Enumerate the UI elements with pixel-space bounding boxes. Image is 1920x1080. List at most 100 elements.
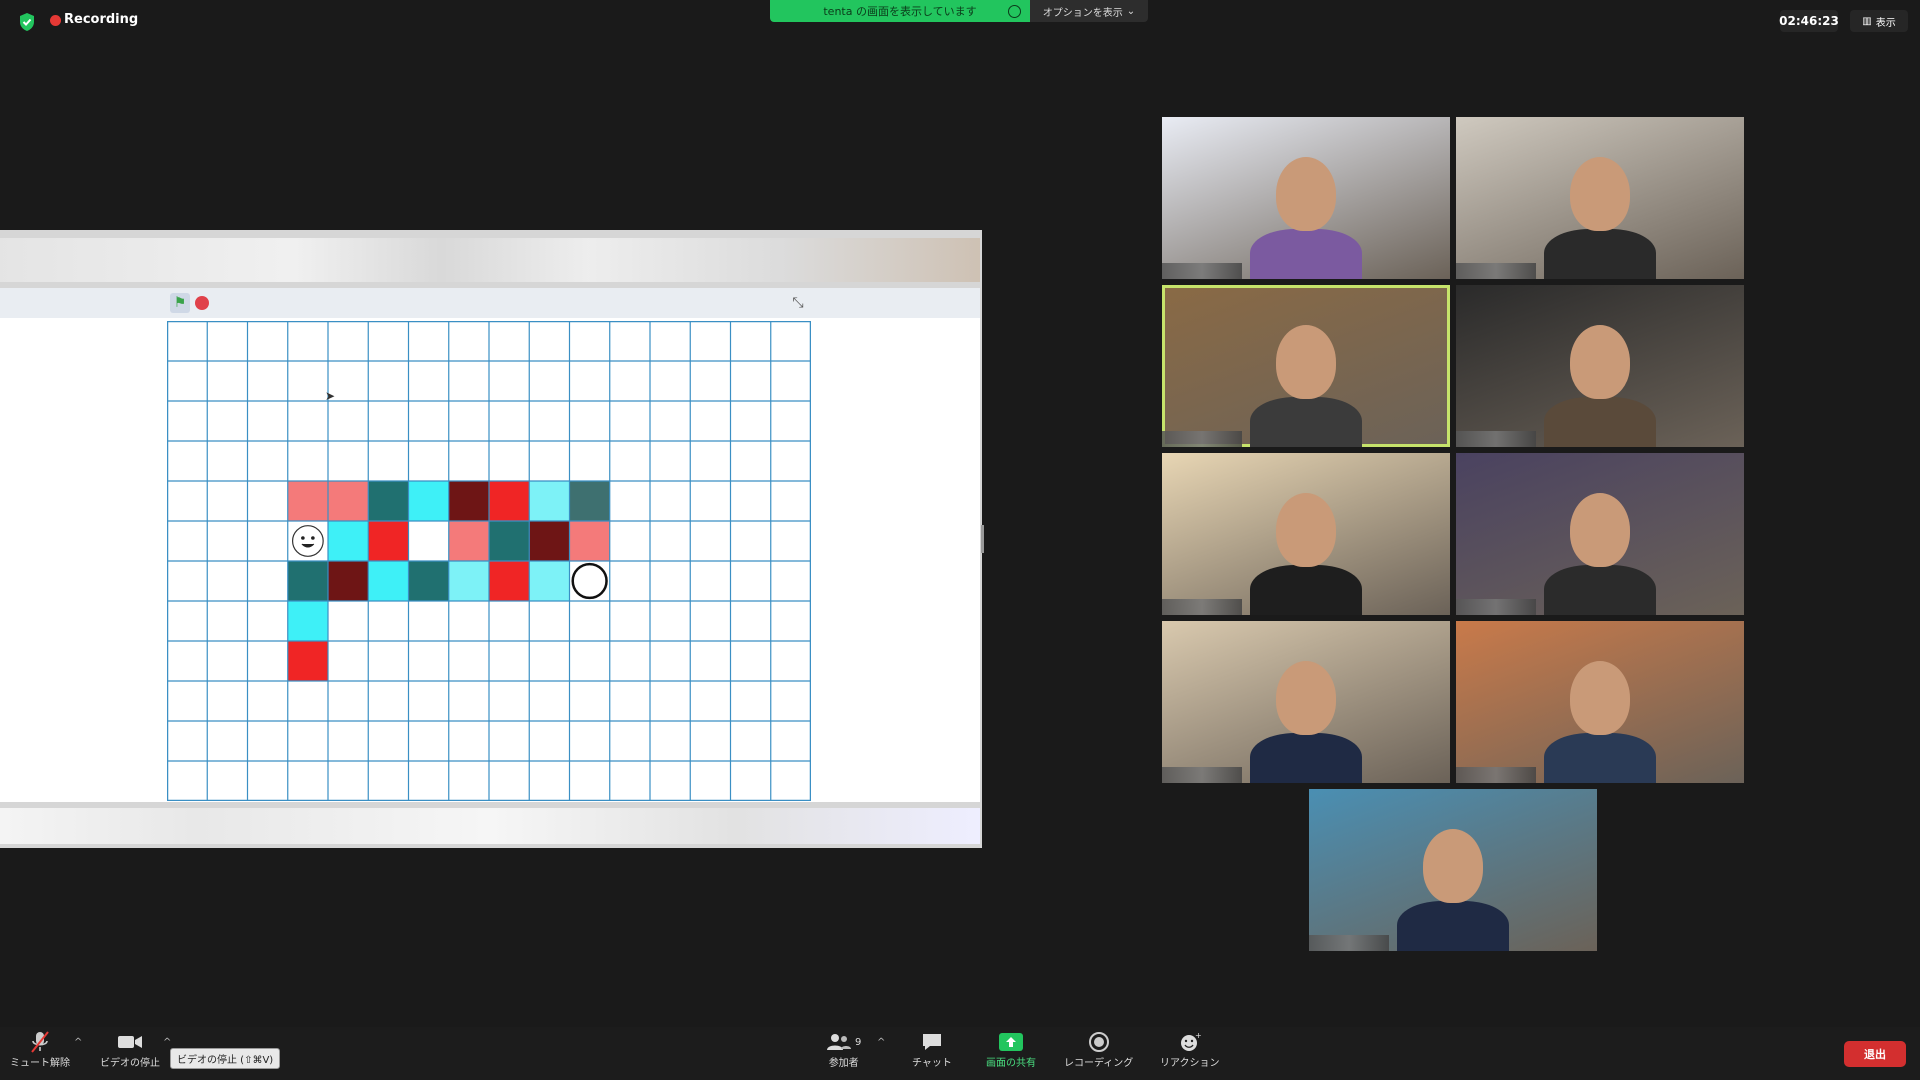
recording-label[interactable]: Recording — [64, 12, 138, 27]
grid-cell — [448, 481, 489, 521]
chat-button[interactable]: チャット — [912, 1030, 952, 1069]
participant-video-tile[interactable] — [1162, 453, 1450, 615]
view-layout-button[interactable]: ▥ 表示 — [1850, 10, 1908, 32]
grid-cell — [529, 561, 570, 601]
blurred-participant-name — [1456, 767, 1536, 783]
blurred-browser-footer — [0, 808, 980, 844]
participant-face — [1276, 661, 1336, 735]
pixel-grid[interactable] — [167, 321, 811, 801]
grid-cell — [489, 561, 530, 601]
participant-video-tile[interactable] — [1162, 285, 1450, 447]
participants-label: 参加者 — [828, 1058, 859, 1069]
green-flag-icon[interactable]: ⚑ — [170, 293, 190, 313]
participants-options-caret-icon[interactable]: ^ — [877, 1037, 885, 1048]
meeting-toolbar — [0, 1027, 1920, 1080]
blurred-participant-name — [1456, 431, 1536, 447]
participant-video-tile[interactable] — [1456, 117, 1744, 279]
participant-silhouette — [1397, 901, 1509, 951]
stop-sign-icon[interactable] — [195, 296, 209, 310]
view-layout-label: 表示 — [1875, 17, 1896, 29]
participant-silhouette — [1250, 397, 1362, 447]
exit-fullscreen-icon[interactable]: ⤡ — [788, 293, 808, 313]
screen-share-banner: tenta の画面を表示しています — [770, 0, 1030, 22]
gallery-view-icon: ▥ — [1862, 15, 1872, 27]
grid-cell — [328, 561, 369, 601]
video-camera-icon — [117, 1030, 143, 1054]
grid-cell — [287, 481, 328, 521]
grid-cell — [408, 481, 449, 521]
mouse-cursor-icon: ➤ — [325, 389, 336, 403]
participant-face — [1276, 493, 1336, 567]
participant-face — [1570, 661, 1630, 735]
participant-silhouette — [1544, 733, 1656, 783]
smiley-sprite-icon[interactable] — [291, 525, 324, 557]
muted-microphone-icon — [29, 1030, 51, 1054]
reactions-button[interactable]: + リアクション — [1160, 1030, 1220, 1069]
grid-cell — [489, 521, 530, 561]
view-options-button[interactable]: オプションを表示 ⌄ — [1030, 0, 1148, 22]
grid-cell — [408, 521, 449, 561]
grid-cell — [368, 521, 409, 561]
chevron-down-icon: ⌄ — [1126, 5, 1136, 17]
participant-video-tile[interactable] — [1162, 117, 1450, 279]
share-screen-button[interactable]: 画面の共有 — [986, 1030, 1036, 1069]
recording-indicator-icon — [50, 15, 61, 26]
record-label: レコーディング — [1064, 1058, 1134, 1069]
record-button[interactable]: レコーディング — [1064, 1030, 1133, 1069]
participant-face — [1276, 325, 1336, 399]
grid-cell — [287, 601, 328, 641]
participants-icon: 9 — [826, 1030, 861, 1054]
participant-video-tile[interactable] — [1456, 285, 1744, 447]
blurred-participant-name — [1309, 935, 1389, 951]
chat-label: チャット — [912, 1058, 952, 1069]
participants-button[interactable]: 9 参加者 — [826, 1030, 861, 1069]
grid-cell — [368, 561, 409, 601]
grid-cell — [408, 561, 449, 601]
record-icon — [1088, 1030, 1110, 1054]
split-divider-handle[interactable] — [981, 525, 984, 553]
grid-cell — [529, 481, 570, 521]
info-icon[interactable] — [1008, 5, 1021, 18]
grid-cell — [529, 521, 570, 561]
stop-video-label: ビデオの停止 — [100, 1058, 160, 1069]
grid-cell — [569, 481, 610, 521]
grid-cell — [569, 521, 610, 561]
reactions-label: リアクション — [1160, 1058, 1220, 1069]
meeting-timer: 02:46:23 — [1779, 10, 1839, 32]
blurred-browser-header — [0, 238, 980, 282]
stage-header — [0, 288, 980, 318]
participant-video-tile[interactable] — [1456, 621, 1744, 783]
smiley-reaction-icon: + — [1178, 1030, 1202, 1054]
blurred-participant-name — [1162, 263, 1242, 279]
participant-video-tile[interactable] — [1456, 453, 1744, 615]
grid-cell — [328, 481, 369, 521]
participant-silhouette — [1544, 565, 1656, 615]
participant-silhouette — [1250, 229, 1362, 279]
participant-silhouette — [1250, 733, 1362, 783]
participant-face — [1423, 829, 1483, 903]
participant-video-tile[interactable] — [1309, 789, 1597, 951]
participant-silhouette — [1544, 397, 1656, 447]
share-screen-label: 画面の共有 — [986, 1058, 1036, 1069]
grid-cell — [448, 561, 489, 601]
stop-video-button[interactable]: ビデオの停止 — [100, 1030, 160, 1069]
grid-cell — [287, 561, 328, 601]
chat-bubble-icon — [921, 1030, 943, 1054]
participant-face — [1570, 157, 1630, 231]
participant-face — [1570, 493, 1630, 567]
participant-face — [1570, 325, 1630, 399]
participant-silhouette — [1544, 229, 1656, 279]
video-options-caret-icon[interactable]: ^ — [163, 1037, 171, 1048]
audio-options-caret-icon[interactable]: ^ — [74, 1037, 82, 1048]
grid-cell — [287, 641, 328, 681]
participant-face — [1276, 157, 1336, 231]
svg-text:+: + — [1195, 1031, 1202, 1040]
participant-video-tile[interactable] — [1162, 621, 1450, 783]
stop-video-tooltip: ビデオの停止 (⇧⌘V) — [170, 1048, 281, 1069]
blurred-participant-name — [1162, 599, 1242, 615]
grid-cell — [448, 521, 489, 561]
unmute-button[interactable]: ミュート解除 — [10, 1030, 70, 1069]
blurred-participant-name — [1162, 767, 1242, 783]
leave-meeting-button[interactable]: 退出 — [1844, 1041, 1906, 1067]
security-shield-icon[interactable] — [18, 12, 36, 32]
